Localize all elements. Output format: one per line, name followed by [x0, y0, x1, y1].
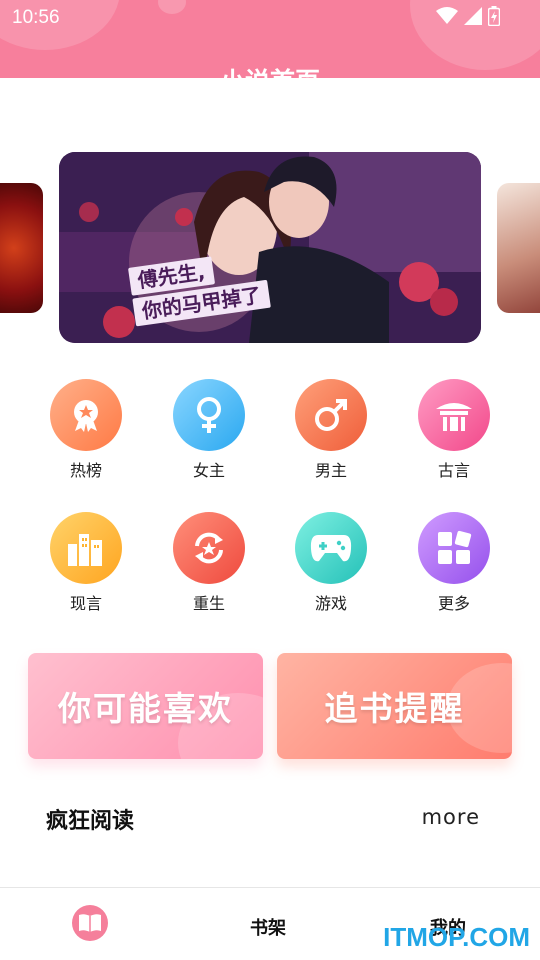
pavilion-icon: [418, 379, 490, 451]
male-icon: [295, 379, 367, 451]
gamepad-icon: [295, 512, 367, 584]
banner-prev-slide[interactable]: [0, 183, 43, 313]
grid-icon: [418, 512, 490, 584]
watermark: ITMOP.COM: [383, 922, 530, 952]
category-label: 游戏: [314, 594, 347, 613]
category-male[interactable]: 男主: [281, 379, 381, 481]
award-icon: [50, 379, 122, 451]
rebirth-icon: [173, 512, 245, 584]
book-icon: [79, 914, 101, 932]
category-label: 重生: [192, 594, 225, 613]
status-time: 10:56: [12, 7, 60, 28]
recommend-label: 你可能喜欢: [58, 689, 233, 728]
category-label: 女主: [192, 461, 225, 480]
category-label: 更多: [437, 594, 470, 613]
category-modern[interactable]: 现言: [36, 512, 136, 614]
battery-icon: [488, 6, 500, 26]
page-title: 小说首页: [0, 62, 540, 78]
recommend-card[interactable]: 你可能喜欢: [28, 653, 263, 759]
category-label: 现言: [69, 594, 102, 613]
category-more[interactable]: 更多: [404, 512, 504, 614]
update-reminder-label: 追书提醒: [324, 689, 465, 728]
category-label: 古言: [437, 461, 470, 480]
section-title: 疯狂阅读: [46, 809, 135, 834]
category-rebirth[interactable]: 重生: [159, 512, 259, 614]
nav-bookshelf[interactable]: 书架: [250, 914, 286, 940]
more-link[interactable]: more: [422, 805, 480, 829]
category-female[interactable]: 女主: [159, 379, 259, 481]
city-icon: [50, 512, 122, 584]
header-bubble: [158, 0, 186, 14]
screen: 10:56 小说首页 傅先生, 你的马甲掉了: [0, 0, 540, 960]
status-icons: [436, 6, 500, 26]
header: 10:56 小说首页: [0, 0, 540, 78]
category-label: 男主: [314, 461, 347, 480]
category-hot[interactable]: 热榜: [36, 379, 136, 481]
banner-next-slide[interactable]: [497, 183, 540, 313]
nav-home[interactable]: [72, 905, 108, 941]
category-ancient[interactable]: 古言: [404, 379, 504, 481]
category-game[interactable]: 游戏: [281, 512, 381, 614]
wifi-icon: [436, 7, 458, 24]
signal-icon: [464, 7, 482, 25]
update-reminder-card[interactable]: 追书提醒: [277, 653, 512, 759]
category-label: 热榜: [69, 461, 102, 480]
female-icon: [173, 379, 245, 451]
